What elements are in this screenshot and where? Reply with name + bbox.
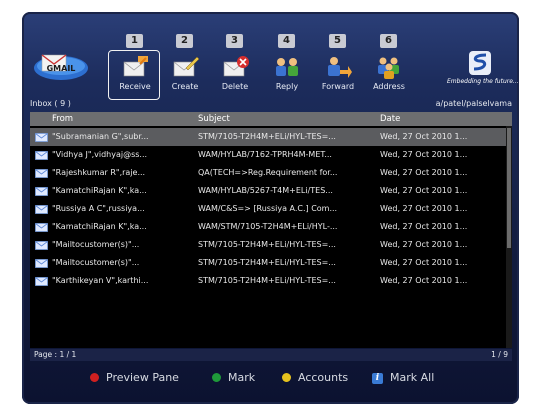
message-subject: WAM/HYLAB/5267-T4M+ELi/TES... [198,186,333,195]
hotkey-badge: 1 [126,34,143,48]
status-bar: Page : 1 / 1 1 / 9 [30,349,512,361]
scrollbar-thumb[interactable] [507,128,511,248]
inbox-bar: Inbox ( 9 ) a/patel/palselvama [30,99,512,111]
column-from[interactable]: From [52,112,73,126]
envelope-icon [35,277,48,286]
message-subject: WAM/HYLAB/7162-TPRH4M-MET... [198,150,332,159]
message-list[interactable]: From Subject Date "Subramanian G",subr..… [30,112,512,348]
message-row[interactable]: "Mailtocustomer(s)"... STM/7105-T2H4M+ELi… [30,236,506,254]
envelope-icon [35,259,48,268]
envelope-icon [35,187,48,196]
message-subject: STM/7105-T2H4M+ELi/HYL-TES=... [198,276,336,285]
message-from: "KamatchiRajan K",ka... [52,222,147,231]
message-row[interactable]: "Karthikeyan V",karthi... STM/7105-T2H4M+… [30,272,506,290]
message-date: Wed, 27 Oct 2010 1... [380,222,468,231]
envelope-icon [35,241,48,250]
message-subject: QA(TECH=>Reg.Requirement for... [198,168,338,177]
envelope-icon [35,223,48,232]
brand-logo: Embedding the future... [447,48,519,88]
message-date: Wed, 27 Oct 2010 1... [380,186,468,195]
message-subject: WAM/STM/7105-T2H4M+ELi/HYL-... [198,222,338,231]
message-from: "Karthikeyan V",karthi... [52,276,149,285]
message-from: "KamatchiRajan K",ka... [52,186,147,195]
forward-icon [328,57,352,78]
legend-mark[interactable]: Mark [212,371,255,384]
message-date: Wed, 27 Oct 2010 1... [380,240,468,249]
message-row[interactable]: "Mailtocustomer(s)"... STM/7105-T2H4M+ELi… [30,254,506,272]
column-subject[interactable]: Subject [198,112,230,126]
envelope-icon [35,205,48,214]
legend-preview-pane[interactable]: Preview Pane [90,371,179,384]
message-date: Wed, 27 Oct 2010 1... [380,276,468,285]
message-from: "Subramanian G",subr... [52,132,149,141]
message-date: Wed, 27 Oct 2010 1... [380,150,468,159]
toolbar-label: Delete [221,82,249,91]
message-subject: STM/7105-T2H4M+ELi/HYL-TES=... [198,132,336,141]
message-row[interactable]: "KamatchiRajan K",ka... WAM/HYLAB/5267-T4… [30,182,506,200]
message-from: "Mailtocustomer(s)"... [52,258,140,267]
toolbar-label: Address [373,82,405,91]
message-from: "Mailtocustomer(s)"... [52,240,140,249]
address-book-icon [378,57,399,79]
toolbar-address[interactable]: 6 Address [366,34,412,100]
envelope-icon [35,169,48,178]
message-count: 1 / 9 [491,350,508,359]
envelope-icon [35,133,48,142]
logo-text: GMAIL [47,64,76,73]
tv-screen: GMAIL 1 Receive 2 Create 3 Delete 4 Repl… [22,12,519,404]
toolbar-reply[interactable]: 4 Reply [264,34,310,100]
page-indicator: Page : 1 / 1 [34,350,77,359]
gmail-logo: GMAIL [34,54,88,80]
delete-mail-icon [223,56,249,77]
hotkey-badge: 2 [176,34,193,48]
toolbar-create[interactable]: 2 Create [162,34,208,100]
receive-mail-icon [123,56,148,77]
legend-label: Mark All [390,371,435,384]
account-name: a/patel/palselvama [435,99,512,108]
toolbar-delete[interactable]: 3 Delete [212,34,258,100]
key-legend: Preview Pane Mark Accounts i Mark All [22,369,519,389]
create-mail-icon [173,56,200,77]
message-row[interactable]: "Subramanian G",subr... STM/7105-T2H4M+EL… [30,128,506,146]
green-button-icon [212,372,221,382]
hotkey-badge: 5 [329,34,346,48]
brand-emblem-icon [469,51,491,75]
toolbar-forward[interactable]: 5 Forward [315,34,361,100]
legend-mark-all[interactable]: i Mark All [372,371,434,384]
hotkey-badge: 3 [226,34,243,48]
yellow-button-icon [282,372,291,382]
message-from: "Vidhya J",vidhyaj@ss... [52,150,148,159]
hotkey-badge: 4 [278,34,295,48]
message-subject: WAM/C&S=> [Russiya A.C.] Com... [198,204,338,213]
message-date: Wed, 27 Oct 2010 1... [380,132,468,141]
message-from: "Rajeshkumar R",raje... [52,168,146,177]
message-date: Wed, 27 Oct 2010 1... [380,168,468,177]
scrollbar[interactable] [506,126,512,348]
toolbar-receive[interactable]: 1 Receive [108,34,160,100]
hotkey-badge: 6 [380,34,397,48]
list-header: From Subject Date [30,112,512,126]
legend-label: Mark [228,371,256,384]
toolbar-label: Reply [275,82,299,91]
red-button-icon [90,372,99,382]
legend-label: Preview Pane [106,371,179,384]
message-date: Wed, 27 Oct 2010 1... [380,258,468,267]
message-row[interactable]: "Rajeshkumar R",raje... QA(TECH=>Reg.Requ… [30,164,506,182]
inbox-title: Inbox ( 9 ) [30,99,71,108]
message-subject: STM/7105-T2H4M+ELi/HYL-TES=... [198,240,336,249]
brand-tagline: Embedding the future... [447,78,519,85]
reply-icon [276,58,298,76]
message-date: Wed, 27 Oct 2010 1... [380,204,468,213]
legend-label: Accounts [298,371,349,384]
message-row[interactable]: "Vidhya J",vidhyaj@ss... WAM/HYLAB/7162-T… [30,146,506,164]
message-row[interactable]: "Russiya A C",russiya... WAM/C&S=> [Russi… [30,200,506,218]
info-button-icon: i [372,372,383,384]
envelope-icon [35,151,48,160]
message-from: "Russiya A C",russiya... [52,204,145,213]
toolbar-label: Forward [321,82,355,91]
message-row[interactable]: "KamatchiRajan K",ka... WAM/STM/7105-T2H4… [30,218,506,236]
column-date[interactable]: Date [380,112,400,126]
legend-accounts[interactable]: Accounts [282,371,348,384]
message-subject: STM/7105-T2H4M+ELi/HYL-TES=... [198,258,336,267]
